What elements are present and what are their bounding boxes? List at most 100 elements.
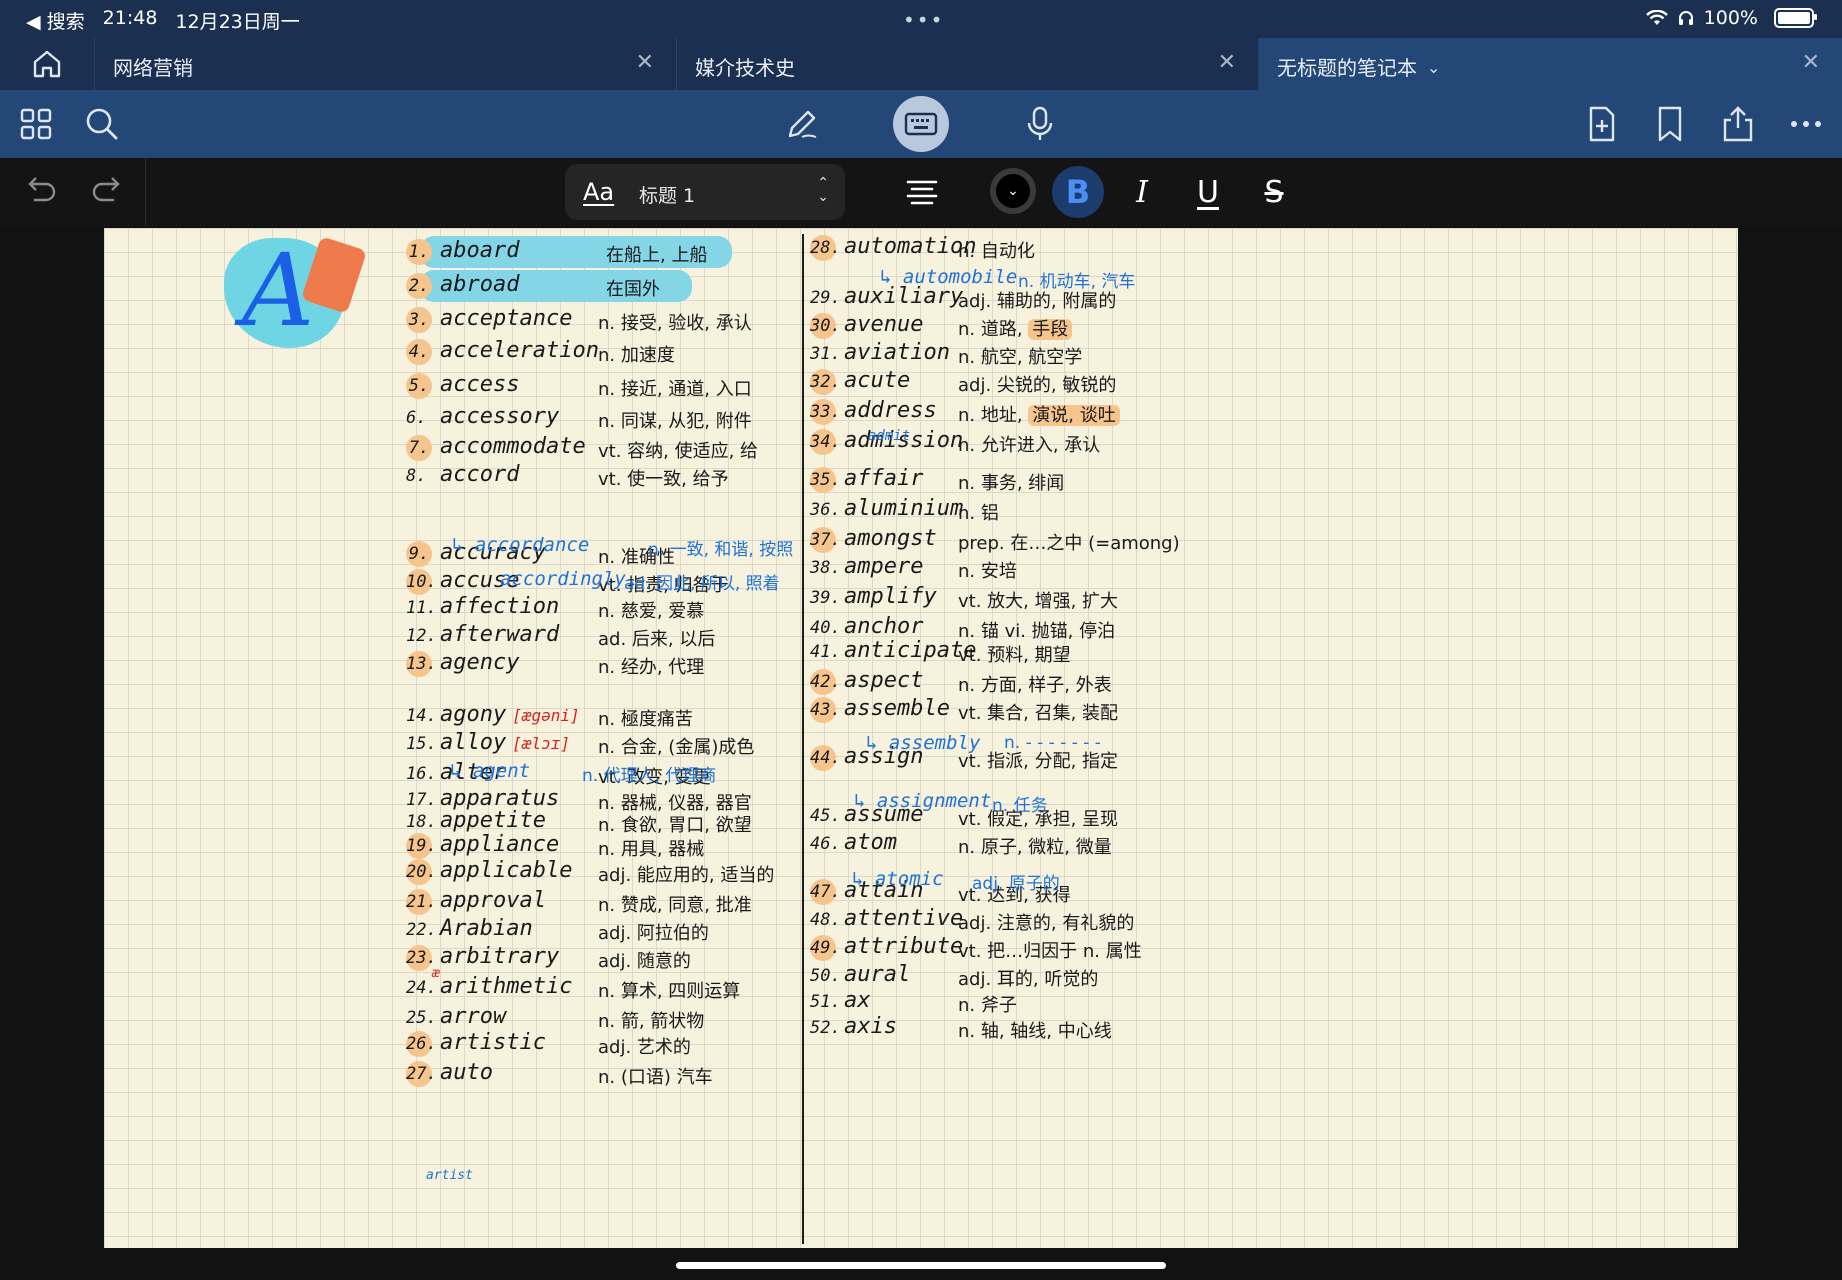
entry-word: artistic (440, 1030, 546, 1055)
divider (145, 158, 146, 226)
entry-word: arbitrary (440, 944, 560, 969)
bookmark-icon[interactable] (1650, 104, 1690, 144)
add-page-icon[interactable] (1582, 104, 1622, 144)
italic-button[interactable]: I (1120, 170, 1164, 214)
entry-word: attribute (844, 934, 964, 959)
sub-entry: ↳ accordance n. 一致, 和谐, 按照 (452, 534, 793, 560)
definition-highlight: 手段 (1028, 319, 1073, 340)
tab-media-history[interactable]: 媒介技术史 ✕ (676, 38, 1258, 90)
word-entry: 52. axis n. 轴, 轴线, 中心线 (810, 1014, 1112, 1042)
align-icon[interactable] (900, 170, 944, 214)
word-entry: 21. approval n. 赞成, 同意, 批准 (406, 888, 752, 916)
word-entry: 31. aviation n. 航空, 航空学 (810, 340, 1082, 368)
letter-a-heading: A (224, 232, 368, 349)
word-entry: 6. accessory n. 同谋, 从犯, 附件 (406, 404, 752, 432)
definition-text: adj. 耳的, 听觉的 (958, 969, 1099, 990)
entry-definition: n. 慈爱, 爱慕 (598, 597, 704, 623)
word-entry: 5. access n. 接近, 通道, 入口 (406, 372, 752, 400)
entry-definition: n. 斧子 (958, 991, 1017, 1017)
tab-untitled-notebook[interactable]: 无标题的笔记本 ⌄ ✕ (1258, 38, 1842, 90)
entry-number: 30. (810, 313, 841, 339)
note-page[interactable]: A 1. aboard 在船上, 上船 2. abroad 在国外 3. acceptance… (104, 228, 1738, 1248)
status-bar: ◀ 搜索 21:48 12月23日周一 ••• 100% (0, 0, 1842, 38)
back-to-search-link[interactable]: ◀ 搜索 (26, 7, 85, 34)
entry-word: acceleration (440, 338, 599, 363)
multitasking-dots-icon[interactable]: ••• (903, 8, 944, 32)
keyboard-mode-button[interactable] (893, 96, 949, 152)
entry-number: 9. (406, 541, 432, 567)
definition-text: n. 斧子 (958, 995, 1017, 1016)
headphones-icon (1678, 11, 1693, 25)
underline-button[interactable]: U (1186, 170, 1230, 214)
entry-word: acceptance (440, 306, 573, 331)
entry-number: 3. (406, 307, 432, 333)
word-entry: 8. accord vt. 使一致, 给予 (406, 462, 729, 490)
word-entry: 18. appetite n. 食欲, 胃口, 欲望 (406, 808, 752, 836)
redo-icon[interactable] (88, 170, 128, 210)
definition-text: n. 铝 (958, 503, 999, 524)
close-icon[interactable]: ✕ (1218, 50, 1236, 75)
pen-tool-icon[interactable] (782, 104, 822, 144)
sub-entry: ↳ assignment n. 任务 (854, 790, 1048, 816)
search-icon[interactable] (82, 104, 122, 144)
entry-definition: vt. 使一致, 给予 (598, 465, 729, 491)
bold-button[interactable]: B (1052, 166, 1104, 218)
word-entry: 2. abroad 在国外 (406, 270, 692, 302)
undo-icon[interactable] (20, 170, 60, 210)
sub-entry: ↳ automobile n. 机动车, 汽车 (880, 266, 1135, 292)
entry-word: aluminium (844, 496, 964, 521)
entry-number: 46. (810, 834, 841, 854)
definition-text: n. 方面, 样子, 外表 (958, 675, 1112, 696)
entry-number: 38. (810, 558, 841, 578)
definition-text: n. 轴, 轴线, 中心线 (958, 1021, 1112, 1042)
entry-number: 23. (406, 945, 437, 971)
word-entry: 1. aboard 在船上, 上船 (406, 236, 732, 268)
sub-entry: ↳ agent n. 代理人, 代理商 (450, 760, 716, 786)
definition-text: n. 地址, (958, 405, 1029, 426)
entry-number: 45. (810, 806, 841, 826)
strikethrough-button[interactable]: S (1252, 170, 1296, 214)
entry-definition: n. 合金, (金属)成色 (598, 733, 754, 759)
definition-text: adj. 阿拉伯的 (598, 923, 709, 944)
home-icon[interactable] (30, 48, 64, 80)
entry-definition: prep. 在…之中 (=among) (958, 529, 1180, 555)
word-entry: 13. agency n. 经办, 代理 (406, 650, 704, 678)
entry-word: alloy (440, 730, 507, 755)
entry-definition: 在船上, 上船 (606, 241, 707, 267)
tab-network-marketing[interactable]: 网络营销 ✕ (94, 38, 676, 90)
text-style-picker[interactable]: Aa 标题 1 ⌃ ⌄ (565, 164, 845, 220)
grid-view-icon[interactable] (16, 104, 56, 144)
entry-word: aboard (440, 238, 520, 263)
wifi-icon (1645, 10, 1668, 25)
text-color-button[interactable]: ⌄ (990, 168, 1036, 214)
entry-number: 50. (810, 966, 841, 986)
entry-definition: n. 自动化 (958, 237, 1035, 263)
entry-word: avenue (844, 312, 924, 337)
sub-word: agent (472, 760, 531, 782)
chevron-down-icon[interactable]: ⌄ (1427, 58, 1440, 77)
annotation-phonetic: æ (432, 966, 440, 981)
entry-definition: n. 轴, 轴线, 中心线 (958, 1017, 1112, 1043)
sub-definition: n. 机动车, 汽车 (1018, 272, 1136, 292)
definition-text: adj. 随意的 (598, 951, 691, 972)
entry-definition: n. 接受, 验收, 承认 (598, 309, 752, 335)
entry-number: 16. (406, 764, 437, 784)
entry-definition: n. 接近, 通道, 入口 (598, 375, 752, 401)
entry-definition: n. 算术, 四则运算 (598, 977, 740, 1003)
entry-word: aspect (844, 668, 924, 693)
definition-text: n. 極度痛苦 (598, 709, 693, 730)
close-icon[interactable]: ✕ (636, 50, 654, 75)
entry-number: 34. (810, 429, 841, 455)
more-options-icon[interactable] (1786, 104, 1826, 144)
close-icon[interactable]: ✕ (1802, 50, 1820, 75)
entry-number: 4. (406, 339, 432, 365)
word-entry: 19. appliance n. 用具, 器械 (406, 832, 704, 860)
home-indicator[interactable] (676, 1262, 1166, 1269)
share-icon[interactable] (1718, 104, 1758, 144)
entry-word: address (844, 398, 937, 423)
microphone-icon[interactable] (1020, 104, 1060, 144)
word-entry: 25. arrow n. 箭, 箭状物 (406, 1004, 704, 1032)
word-entry: 46. atom n. 原子, 微粒, 微量 (810, 830, 1112, 858)
entry-word: approval (440, 888, 546, 913)
entry-number: 37. (810, 527, 841, 553)
